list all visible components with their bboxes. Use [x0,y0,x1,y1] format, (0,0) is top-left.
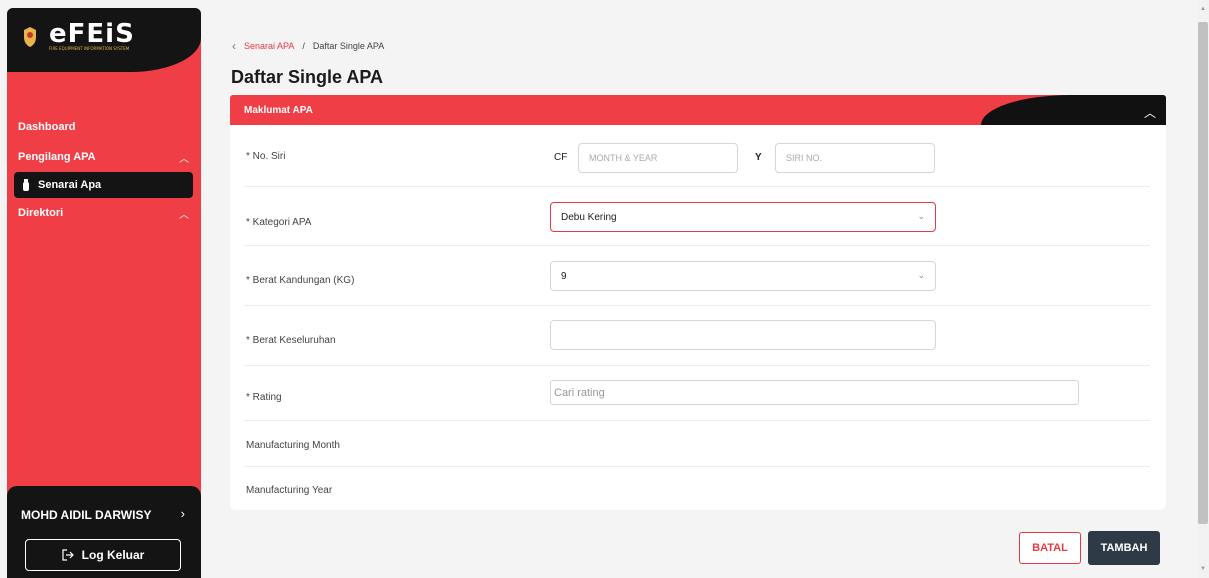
form-row-manufacturing-month: Manufacturing Month [244,421,1150,467]
berat-kandungan-value: 9 [561,270,567,282]
chevron-down-icon: ⌄ [917,270,925,280]
sidebar-item-label: Dashboard [18,121,76,133]
form-row-rating: * Rating Cari rating [244,366,1150,421]
back-icon[interactable]: ‹ [232,39,236,53]
rating-label: * Rating [246,392,282,403]
rating-search-input[interactable]: Cari rating [550,380,1079,405]
user-name[interactable]: MOHD AIDIL DARWISY [21,508,151,522]
rating-placeholder: Cari rating [554,386,605,399]
manufacturing-year-label: Manufacturing Year [246,485,333,496]
form-row-berat-keseluruhan: * Berat Keseluruhan [244,306,1150,366]
breadcrumb-current: Daftar Single APA [312,41,385,51]
form-row-berat-kandungan: * Berat Kandungan (KG) 9 ⌄ [244,246,1150,306]
sidebar-item-direktori[interactable]: Direktori ︿ [7,198,201,228]
chevron-down-icon: ⌄ [917,211,925,221]
month-year-input[interactable]: MONTH & YEAR [578,143,738,173]
section-title: Maklumat APA [244,105,313,116]
sidebar-header: eFEiS FIRE EQUIPMENT INFORMATION SYSTEM [7,8,201,72]
kategori-label: * Kategori APA [246,217,312,228]
scroll-up-icon[interactable]: ▲ [1200,6,1206,12]
form-row-kategori: * Kategori APA Debu Kering ⌄ [244,187,1150,246]
form-row-manufacturing-year: Manufacturing Year [244,467,1150,510]
sidebar-item-label: Direktori [18,207,64,219]
chevron-up-icon: ︿ [179,209,189,221]
berat-keseluruhan-input[interactable] [550,320,936,350]
breadcrumb: ‹ Senarai APA / Daftar Single APA [232,39,384,53]
y-prefix: Y [755,152,762,163]
logout-button[interactable]: Log Keluar [25,539,181,571]
logout-label: Log Keluar [81,548,145,562]
cancel-button[interactable]: BATAL [1019,532,1081,564]
sidebar-item-pengilang-apa[interactable]: Pengilang APA ︿ [7,142,201,172]
sidebar: eFEiS FIRE EQUIPMENT INFORMATION SYSTEM … [7,8,201,578]
breadcrumb-parent[interactable]: Senarai APA [244,41,294,51]
page-title: Daftar Single APA [231,67,384,87]
siri-no-input[interactable]: SIRI NO. [775,143,935,173]
section-header-decoration [981,95,1166,125]
no-siri-label: * No. Siri [246,151,286,162]
cf-prefix: CF [554,152,568,163]
scroll-thumb[interactable] [1198,22,1208,524]
user-panel: MOHD AIDIL DARWISY › Log Keluar [7,486,201,578]
sidebar-item-senarai-apa[interactable]: Senarai Apa [14,172,193,198]
berat-kandungan-label: * Berat Kandungan (KG) [246,275,355,286]
sidebar-item-label: Pengilang APA [18,151,96,163]
sidebar-nav: Dashboard Pengilang APA ︿ Senarai Apa Di… [7,112,201,228]
sidebar-item-dashboard[interactable]: Dashboard [7,112,201,142]
chevron-right-icon[interactable]: › [181,506,185,521]
month-year-placeholder: MONTH & YEAR [589,153,658,163]
section-header[interactable]: Maklumat APA ︿ [230,95,1166,125]
add-button[interactable]: TAMBAH [1088,531,1160,565]
berat-kandungan-select[interactable]: 9 ⌄ [550,261,936,291]
scroll-down-icon[interactable]: ▼ [1200,566,1206,572]
kategori-select[interactable]: Debu Kering ⌄ [550,202,936,232]
form-card: * No. Siri CF MONTH & YEAR Y SIRI NO. * … [230,125,1166,510]
logo-wordmark: eFEiS FIRE EQUIPMENT INFORMATION SYSTEM [49,19,135,51]
app-logo[interactable]: eFEiS FIRE EQUIPMENT INFORMATION SYSTEM [21,19,135,51]
form-row-no-siri: * No. Siri CF MONTH & YEAR Y SIRI NO. [244,125,1150,187]
kategori-value: Debu Kering [561,211,617,223]
siri-no-placeholder: SIRI NO. [786,153,823,163]
logout-icon [62,549,74,561]
sidebar-item-label: Senarai Apa [38,179,102,191]
manufacturing-month-label: Manufacturing Month [246,440,340,451]
breadcrumb-separator: / [302,41,305,51]
crest-icon [24,26,36,47]
berat-keseluruhan-label: * Berat Keseluruhan [246,335,336,346]
chevron-up-icon: ︿ [179,153,189,165]
page-scrollbar[interactable]: ▲ ▼ [1197,0,1209,578]
fire-extinguisher-icon [23,179,29,191]
collapse-icon[interactable]: ︿ [1144,104,1156,121]
